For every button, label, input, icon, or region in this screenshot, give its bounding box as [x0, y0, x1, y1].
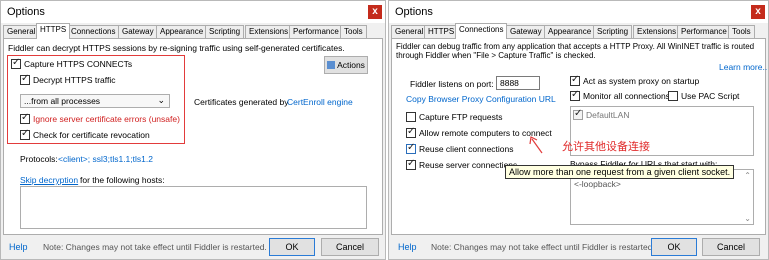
- ignore-errors-label: Ignore server certificate errors (unsafe…: [33, 114, 180, 124]
- title-bar: Options x: [1, 1, 385, 23]
- cancel-button[interactable]: Cancel: [702, 238, 760, 256]
- bottom-bar: Help Note: Changes may not take effect u…: [389, 235, 768, 259]
- window-title: Options: [395, 6, 433, 18]
- decrypt-checkbox[interactable]: [20, 73, 30, 85]
- tab-gateway[interactable]: Gateway: [506, 25, 546, 38]
- tab-general[interactable]: General: [391, 25, 428, 38]
- window-title: Options: [7, 6, 45, 18]
- left-options-window: Options x General HTTPS Connections Gate…: [0, 0, 386, 260]
- system-proxy-label: Act as system proxy on startup: [583, 76, 700, 86]
- tab-connections[interactable]: Connections: [455, 23, 508, 39]
- https-panel: Fiddler can decrypt HTTPS sessions by re…: [3, 38, 383, 235]
- chevron-down-icon: ⌄: [157, 95, 165, 105]
- actions-label: Actions: [337, 60, 365, 70]
- use-pac-label: Use PAC Script: [681, 91, 740, 101]
- port-input[interactable]: 8888: [496, 76, 540, 90]
- port-label: Fiddler listens on port:: [410, 79, 494, 89]
- connections-panel: Fiddler can debug traffic from any appli…: [391, 38, 768, 235]
- protocols-label: Protocols:: [20, 154, 58, 164]
- revocation-checkbox[interactable]: [20, 128, 30, 140]
- intro-text: Fiddler can decrypt HTTPS sessions by re…: [8, 43, 345, 53]
- cert-generated-text: Certificates generated by: [194, 97, 289, 107]
- capture-connects-label: Capture HTTPS CONNECTs: [24, 59, 133, 69]
- right-options-window: Options x General HTTPS Connections Gate…: [388, 0, 769, 260]
- help-link[interactable]: Help: [398, 242, 417, 252]
- capture-connects-checkbox[interactable]: [11, 57, 21, 69]
- close-button[interactable]: x: [751, 5, 765, 19]
- reuse-server-checkbox[interactable]: [406, 158, 416, 170]
- restart-note: Note: Changes may not take effect until …: [431, 242, 655, 252]
- tab-appearance[interactable]: Appearance: [156, 25, 208, 38]
- monitor-all-checkbox[interactable]: [570, 89, 580, 101]
- cancel-button[interactable]: Cancel: [321, 238, 379, 256]
- capture-ftp-checkbox[interactable]: [406, 112, 416, 122]
- protocols-link[interactable]: <client>; ssl3;tls1.1;tls1.2: [58, 154, 153, 164]
- skip-decryption-text: for the following hosts:: [80, 175, 165, 185]
- learn-more-link[interactable]: Learn more...: [719, 62, 768, 72]
- certificate-icon: [327, 61, 336, 69]
- tab-tools[interactable]: Tools: [728, 25, 755, 38]
- tab-performance[interactable]: Performance: [677, 25, 731, 38]
- capture-ftp-label: Capture FTP requests: [419, 112, 503, 122]
- close-button[interactable]: x: [368, 5, 382, 19]
- reuse-client-checkbox[interactable]: [406, 142, 416, 154]
- process-filter-select[interactable]: ...from all processes ⌄: [20, 94, 170, 108]
- bypass-value: <-loopback>: [574, 179, 621, 189]
- tab-tools[interactable]: Tools: [340, 25, 367, 38]
- red-arrow-icon: [529, 136, 543, 154]
- tab-extensions[interactable]: Extensions: [633, 25, 681, 38]
- tab-appearance[interactable]: Appearance: [544, 25, 596, 38]
- cert-enroll-link[interactable]: CertEnroll engine: [287, 97, 353, 107]
- help-link[interactable]: Help: [9, 242, 28, 252]
- intro-line-2: through Fiddler when "File > Capture Tra…: [396, 51, 596, 60]
- tab-scripting[interactable]: Scripting: [593, 25, 633, 38]
- tab-connections[interactable]: Connections: [67, 25, 120, 38]
- restart-note: Note: Changes may not take effect until …: [43, 242, 267, 252]
- ok-button[interactable]: OK: [269, 238, 315, 256]
- tab-https[interactable]: HTTPS: [36, 23, 71, 39]
- skip-hosts-textarea[interactable]: [20, 186, 367, 229]
- default-lan-checkbox[interactable]: [573, 108, 583, 120]
- allow-remote-checkbox[interactable]: [406, 126, 416, 138]
- default-lan-label: DefaultLAN: [586, 110, 630, 120]
- use-pac-checkbox[interactable]: [668, 91, 678, 101]
- scrollbar-up-arrow-icon[interactable]: ⌃: [744, 171, 751, 180]
- system-proxy-checkbox[interactable]: [570, 74, 580, 86]
- chinese-annotation: 允许其他设备连接: [562, 141, 650, 153]
- tab-strip: General HTTPS Connections Gateway Appear…: [389, 23, 768, 39]
- ok-button[interactable]: OK: [651, 238, 697, 256]
- tab-performance[interactable]: Performance: [289, 25, 343, 38]
- scrollbar-down-arrow-icon[interactable]: ⌄: [744, 214, 751, 223]
- tab-scripting[interactable]: Scripting: [205, 25, 245, 38]
- tab-general[interactable]: General: [3, 25, 40, 38]
- ignore-errors-checkbox[interactable]: [20, 112, 30, 124]
- tab-extensions[interactable]: Extensions: [245, 25, 293, 38]
- copy-proxy-url-link[interactable]: Copy Browser Proxy Configuration URL: [406, 94, 556, 104]
- actions-button[interactable]: Actions: [324, 56, 368, 74]
- reuse-client-tooltip: Allow more than one request from a given…: [505, 165, 735, 179]
- bottom-bar: Help Note: Changes may not take effect u…: [1, 235, 385, 259]
- revocation-label: Check for certificate revocation: [33, 130, 150, 140]
- decrypt-label: Decrypt HTTPS traffic: [33, 75, 116, 85]
- tab-https[interactable]: HTTPS: [424, 25, 459, 38]
- monitor-all-label: Monitor all connections: [583, 91, 670, 101]
- tab-gateway[interactable]: Gateway: [118, 25, 158, 38]
- reuse-server-label: Reuse server connections: [419, 160, 518, 170]
- intro-line-1: Fiddler can debug traffic from any appli…: [396, 42, 755, 51]
- reuse-client-label: Reuse client connections: [419, 144, 514, 154]
- tab-strip: General HTTPS Connections Gateway Appear…: [1, 23, 385, 39]
- skip-decryption-link[interactable]: Skip decryption: [20, 175, 78, 185]
- process-filter-value: ...from all processes: [24, 96, 101, 106]
- title-bar: Options x: [389, 1, 768, 23]
